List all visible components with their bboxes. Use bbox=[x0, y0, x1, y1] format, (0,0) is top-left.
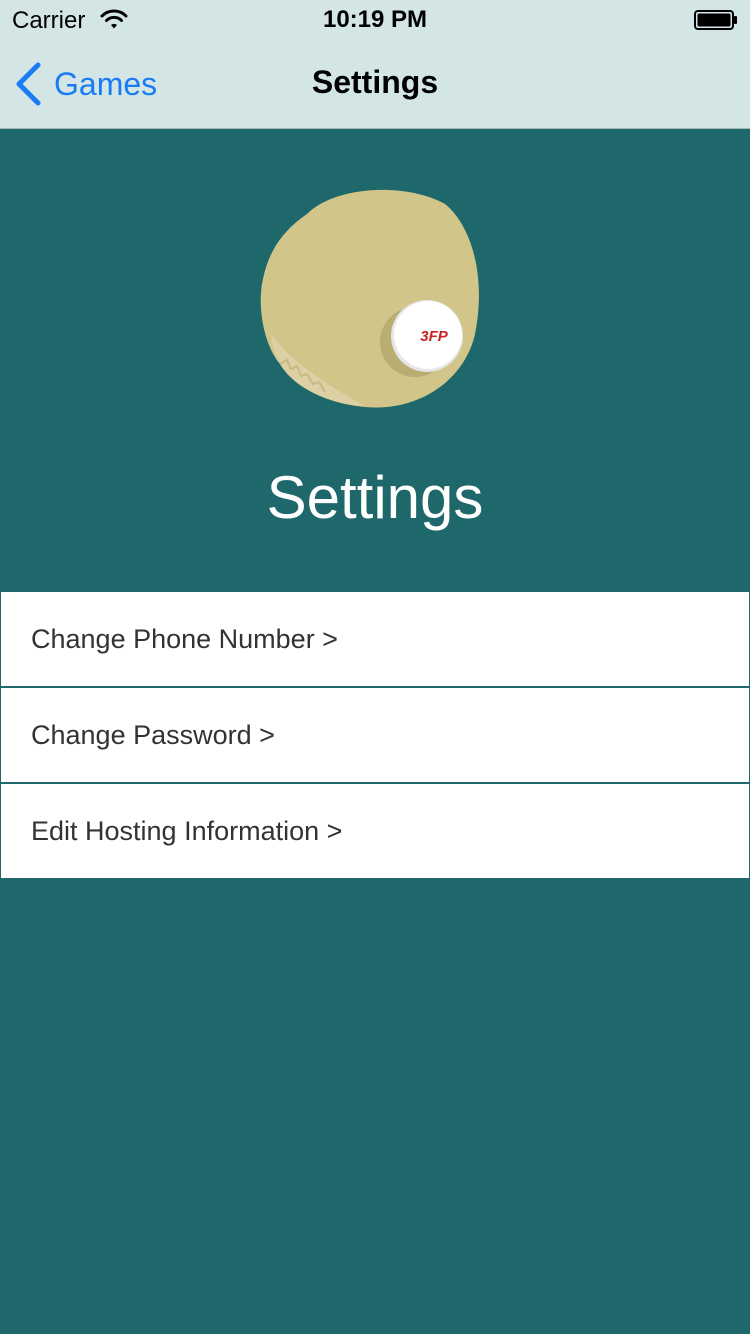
menu-item-label: Change Phone Number > bbox=[31, 623, 338, 654]
navigation-bar: Games Settings bbox=[0, 40, 750, 129]
paddle-logo-icon: 3FP bbox=[260, 189, 479, 408]
menu-item-label: Change Password > bbox=[31, 719, 275, 750]
clock: 10:19 PM bbox=[322, 6, 428, 33]
settings-menu: Change Phone Number > Change Password > … bbox=[1, 592, 749, 880]
menu-item-label: Edit Hosting Information > bbox=[31, 815, 343, 846]
nav-title: Settings bbox=[311, 64, 439, 100]
logo-text: 3FP bbox=[420, 328, 449, 345]
change-password-button[interactable]: Change Password > bbox=[1, 688, 749, 782]
edit-hosting-information-button[interactable]: Edit Hosting Information > bbox=[1, 784, 749, 878]
battery-icon bbox=[694, 10, 737, 30]
settings-header: 3FP Settings bbox=[0, 129, 750, 592]
change-phone-number-button[interactable]: Change Phone Number > bbox=[1, 592, 749, 686]
status-bar: Carrier 10:19 PM bbox=[0, 0, 750, 40]
page-title: Settings bbox=[266, 464, 484, 531]
